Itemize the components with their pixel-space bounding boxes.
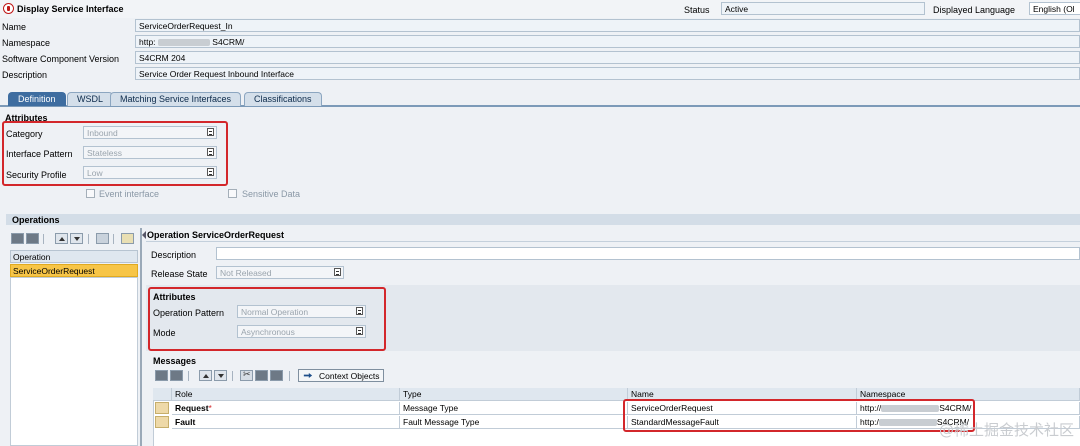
cut-icon[interactable]: ✂	[240, 370, 253, 381]
dropdown-icon	[356, 327, 363, 335]
namespace-prefix: http:	[139, 37, 156, 47]
toolbar-separator	[289, 371, 290, 381]
tab-definition[interactable]: Definition	[8, 92, 66, 106]
messages-title: Messages	[153, 356, 197, 366]
operations-section-bar	[6, 214, 1080, 225]
operation-attributes-title: Attributes	[153, 292, 196, 302]
security-profile-label: Security Profile	[6, 170, 67, 180]
name-field: ServiceOrderRequest_In	[135, 19, 1080, 32]
service-interface-icon	[3, 3, 14, 14]
namespace-label: Namespace	[2, 38, 51, 48]
row-selector[interactable]	[155, 416, 169, 428]
tab-classifications[interactable]: Classifications	[244, 92, 322, 106]
description-label: Description	[2, 70, 48, 80]
copy-icon[interactable]	[255, 370, 268, 381]
sensitive-data-checkbox[interactable]	[228, 189, 237, 198]
row-selector[interactable]	[155, 402, 169, 414]
category-label: Category	[6, 129, 43, 139]
namespace-suffix: S4CRM/	[212, 37, 245, 47]
insert-line-icon[interactable]	[11, 233, 24, 244]
column-header-role[interactable]: Role	[172, 388, 400, 401]
paste-icon[interactable]	[270, 370, 283, 381]
release-state-value: Not Released	[220, 268, 272, 278]
operation-pattern-value: Normal Operation	[241, 307, 309, 317]
details-icon[interactable]	[121, 233, 134, 244]
namespace-field: http: S4CRM/	[135, 35, 1080, 48]
copy-icon[interactable]	[96, 233, 109, 244]
context-objects-button[interactable]: Context Objects	[298, 369, 385, 382]
operation-list-header: Operation	[10, 250, 138, 263]
delete-line-icon[interactable]	[170, 370, 183, 381]
column-header-type[interactable]: Type	[400, 388, 628, 401]
context-objects-label: Context Objects	[319, 371, 380, 381]
move-up-icon[interactable]	[199, 370, 212, 381]
event-interface-label: Event interface	[99, 189, 160, 199]
operation-pattern-dropdown[interactable]: Normal Operation	[237, 305, 366, 318]
table-cell-type[interactable]: Message Type	[400, 402, 628, 415]
table-cell-type[interactable]: Fault Message Type	[400, 416, 628, 429]
operation-description-label: Description	[151, 250, 197, 260]
role-value: Request	[175, 403, 209, 413]
operation-detail-title: Operation ServiceOrderRequest	[147, 230, 285, 240]
toolbar-separator	[232, 371, 233, 381]
dropdown-icon	[207, 148, 214, 156]
interface-pattern-dropdown[interactable]: Stateless	[83, 146, 217, 159]
delete-line-icon[interactable]	[26, 233, 39, 244]
interface-pattern-label: Interface Pattern	[6, 149, 73, 159]
security-profile-value: Low	[87, 168, 103, 178]
toolbar-separator	[43, 234, 44, 244]
insert-line-icon[interactable]	[155, 370, 168, 381]
status-label: Status	[684, 5, 710, 15]
messages-name-highlight-box	[623, 399, 975, 432]
tab-matching-service-interfaces[interactable]: Matching Service Interfaces	[110, 92, 242, 106]
security-profile-dropdown[interactable]: Low	[83, 166, 217, 179]
watermark-text: @稀土掘金技术社区	[938, 421, 1074, 439]
sensitive-data-label: Sensitive Data	[242, 189, 301, 199]
tab-wsdl[interactable]: WSDL	[67, 92, 114, 106]
description-field: Service Order Request Inbound Interface	[135, 67, 1080, 80]
move-down-icon[interactable]	[70, 233, 83, 244]
divider	[146, 241, 1080, 242]
operation-list-body	[10, 277, 138, 446]
role-value: Fault	[175, 417, 196, 427]
release-state-label: Release State	[151, 269, 208, 279]
operation-description-field[interactable]	[216, 247, 1080, 260]
dropdown-icon	[207, 128, 214, 136]
toolbar-separator	[188, 371, 189, 381]
required-marker: *	[208, 403, 212, 413]
mode-label: Mode	[153, 328, 176, 338]
software-component-label: Software Component Version	[2, 54, 120, 64]
event-interface-checkbox[interactable]	[86, 189, 95, 198]
window-title: Display Service Interface	[17, 4, 124, 14]
name-label: Name	[2, 22, 27, 32]
release-state-dropdown[interactable]: Not Released	[216, 266, 344, 279]
toolbar-separator	[88, 234, 89, 244]
dropdown-icon	[207, 168, 214, 176]
software-component-field: S4CRM 204	[135, 51, 1080, 64]
interface-pattern-value: Stateless	[87, 148, 122, 158]
language-select[interactable]: English (Ol	[1029, 2, 1080, 15]
move-down-icon[interactable]	[214, 370, 227, 381]
dropdown-icon	[356, 307, 363, 315]
table-corner	[153, 388, 172, 401]
status-field: Active	[721, 2, 925, 15]
redacted-mask	[157, 39, 210, 47]
category-value: Inbound	[87, 128, 118, 138]
splitter[interactable]	[140, 228, 142, 446]
table-cell-role[interactable]: Fault	[172, 416, 400, 429]
operation-list-item[interactable]: ServiceOrderRequest	[10, 264, 138, 277]
mode-dropdown[interactable]: Asynchronous	[237, 325, 366, 338]
language-label: Displayed Language	[933, 5, 1016, 15]
collapse-icon[interactable]	[142, 231, 146, 239]
arrow-right-icon	[303, 373, 313, 378]
toolbar-separator	[113, 234, 114, 244]
dropdown-icon	[334, 268, 341, 276]
move-up-icon[interactable]	[55, 233, 68, 244]
operations-title: Operations	[12, 215, 60, 225]
category-dropdown[interactable]: Inbound	[83, 126, 217, 139]
operation-pattern-label: Operation Pattern	[153, 308, 225, 318]
table-cell-role[interactable]: Request*	[172, 402, 400, 415]
mode-value: Asynchronous	[241, 327, 295, 337]
